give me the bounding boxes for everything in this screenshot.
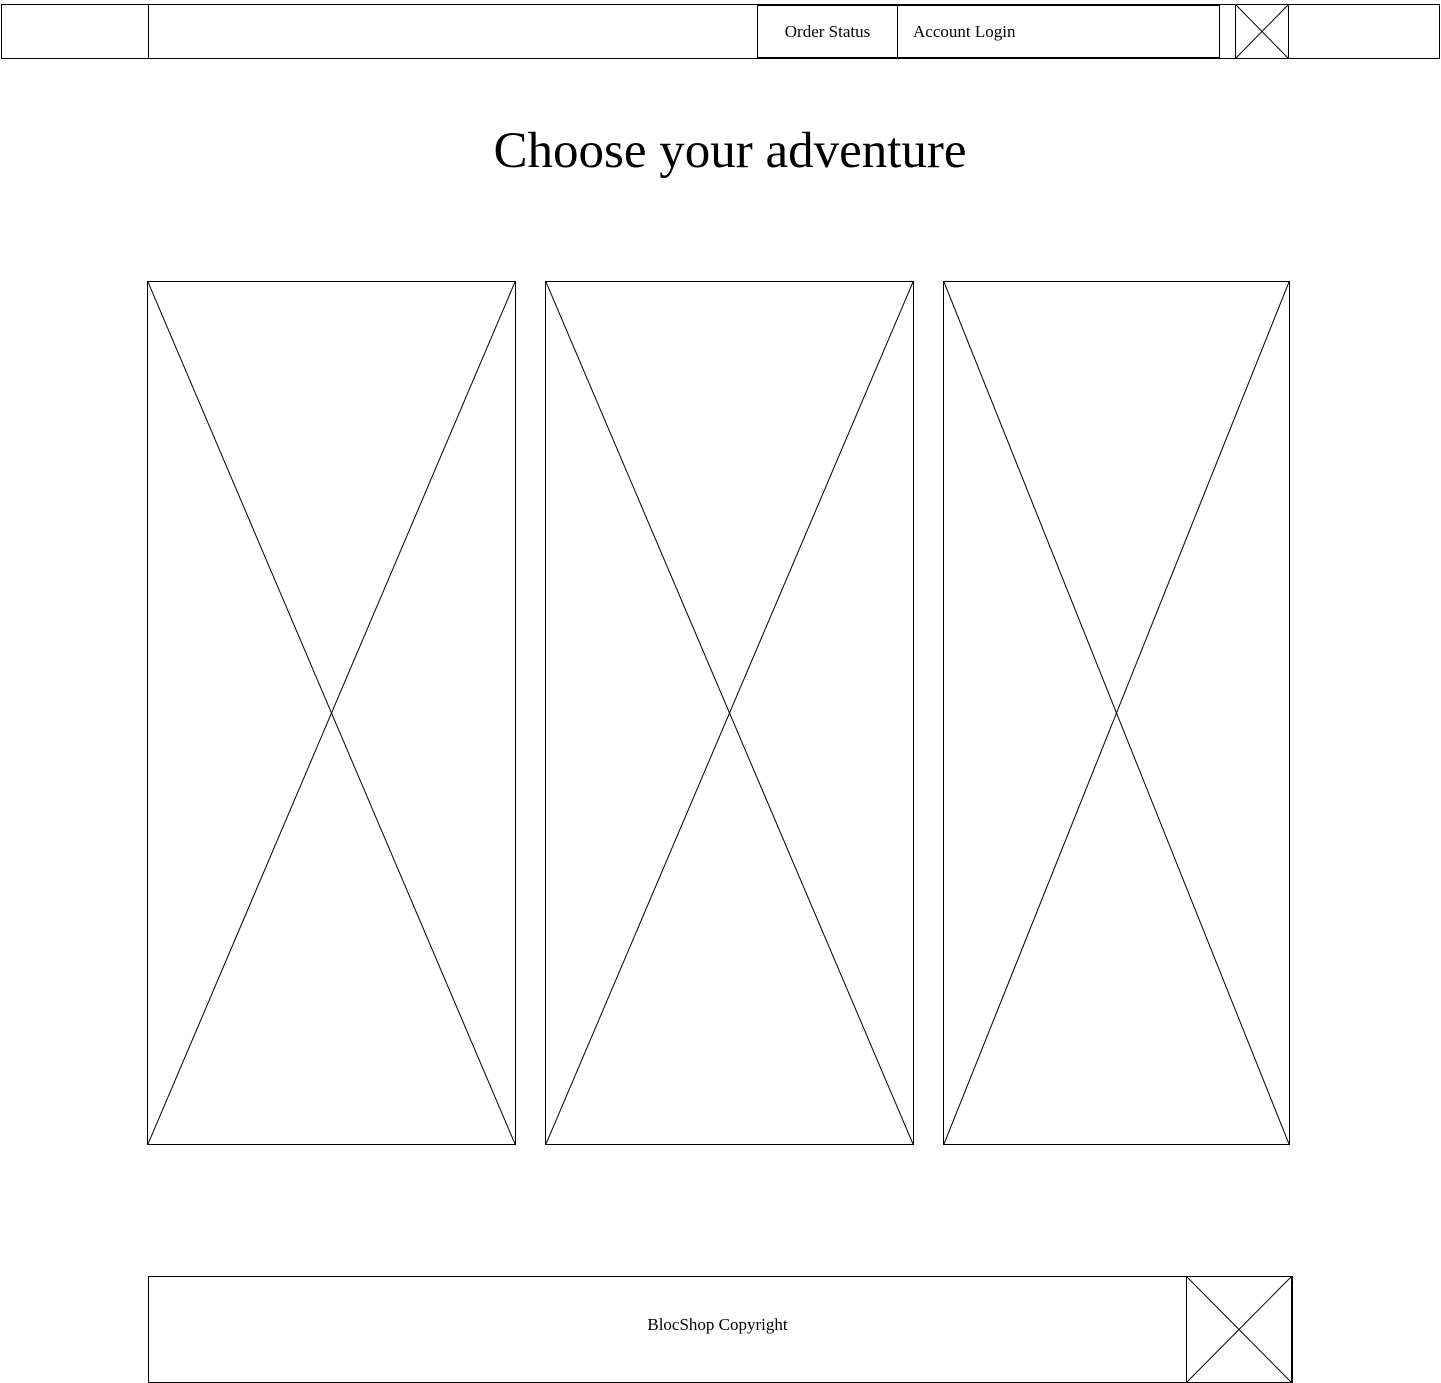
page-title: Choose your adventure <box>493 123 967 179</box>
footer-copyright: BlocShop Copyright <box>647 1315 788 1334</box>
nav-item-label: Account Login <box>913 22 1016 41</box>
nav-item-account-login[interactable]: Account Login <box>897 5 1220 58</box>
logo-placeholder-icon[interactable] <box>1235 4 1289 59</box>
adventure-card-image[interactable] <box>545 281 914 1145</box>
adventure-card-image[interactable] <box>147 281 516 1145</box>
nav-item-label: Order Status <box>784 22 871 41</box>
nav-item-order-status[interactable]: Order Status <box>757 5 898 58</box>
image-placeholder-icon <box>1187 1277 1291 1382</box>
footer: BlocShop Copyright <box>148 1276 1293 1383</box>
image-placeholder-icon <box>546 282 913 1144</box>
footer-placeholder-icon[interactable] <box>1186 1276 1292 1383</box>
image-placeholder-icon <box>148 282 515 1144</box>
image-placeholder-icon <box>1236 5 1288 58</box>
adventure-card-image[interactable] <box>943 281 1290 1145</box>
image-placeholder-icon <box>944 282 1289 1144</box>
